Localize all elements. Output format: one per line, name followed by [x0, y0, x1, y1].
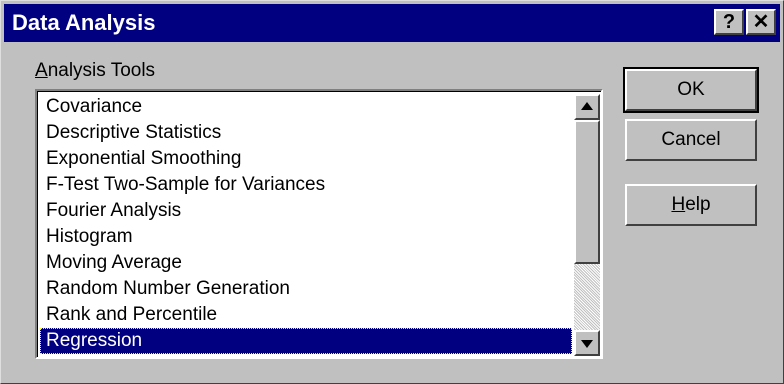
analysis-tools-list[interactable]: Covariance Descriptive Statistics Expone… [35, 89, 603, 359]
list-item[interactable]: F-Test Two-Sample for Variances [40, 172, 572, 198]
list-items: Covariance Descriptive Statistics Expone… [40, 94, 572, 356]
list-item[interactable]: Moving Average [40, 250, 572, 276]
scroll-down-button[interactable] [574, 330, 600, 356]
list-item[interactable]: Fourier Analysis [40, 198, 572, 224]
help-icon[interactable]: ? [714, 9, 744, 35]
close-icon[interactable]: ✕ [746, 9, 776, 35]
triangle-up-icon [581, 102, 593, 110]
help-button[interactable]: Help [625, 184, 757, 226]
analysis-tools-label: Analysis Tools [35, 60, 156, 81]
dialog-title: Data Analysis [12, 10, 156, 35]
ok-button[interactable]: OK [623, 67, 759, 113]
list-item[interactable]: Covariance [40, 94, 572, 120]
data-analysis-dialog: Data Analysis ? ✕ Analysis Tools Covaria… [0, 0, 784, 384]
cancel-button[interactable]: Cancel [625, 119, 757, 161]
list-item[interactable]: Exponential Smoothing [40, 146, 572, 172]
title-bar: Data Analysis ? ✕ [4, 4, 780, 42]
list-item[interactable]: Regression [40, 328, 572, 354]
list-item[interactable]: Descriptive Statistics [40, 120, 572, 146]
list-item[interactable]: Histogram [40, 224, 572, 250]
list-item[interactable]: Rank and Percentile [40, 302, 572, 328]
list-item[interactable]: Random Number Generation [40, 276, 572, 302]
triangle-down-icon [581, 340, 593, 348]
scroll-up-button[interactable] [574, 94, 600, 120]
scroll-thumb[interactable] [574, 120, 600, 264]
list-scrollbar[interactable] [574, 94, 600, 356]
